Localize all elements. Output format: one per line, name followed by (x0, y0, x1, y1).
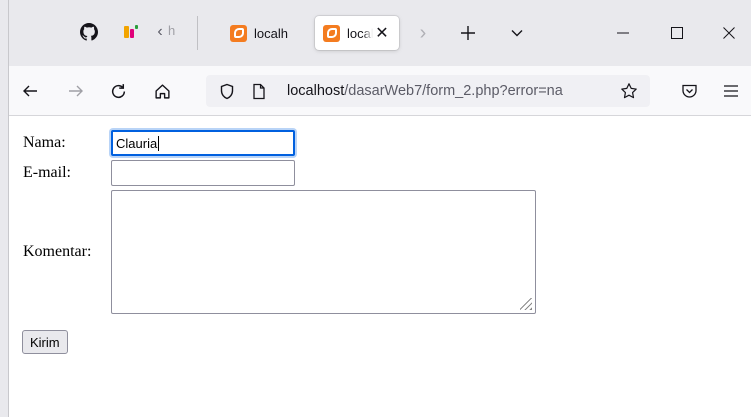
close-tab-icon[interactable]: ✕ (373, 24, 391, 42)
tab-scroll-right-icon[interactable]: › (413, 22, 433, 44)
email-input[interactable] (111, 160, 295, 186)
tab-title: localh (254, 25, 288, 41)
url-path: /dasarWeb7/form_2.php?error=na (344, 83, 563, 99)
reload-icon[interactable] (105, 78, 131, 104)
form-row-email: E-mail: (22, 159, 537, 187)
tracking-shield-icon[interactable] (218, 82, 236, 100)
navigation-toolbar: localhost/dasarWeb7/form_2.php?error=na (0, 66, 751, 116)
tab-divider (197, 16, 198, 50)
window-left-edge (0, 0, 9, 417)
new-tab-icon[interactable] (455, 22, 481, 44)
forward-arrow-icon[interactable] (63, 78, 89, 104)
xampp-favicon-icon (323, 24, 340, 42)
maximize-window-icon[interactable] (654, 20, 700, 46)
comment-form: Nama: Clauria E-mail: Komentar: (20, 127, 539, 317)
tab-list-chevron-down-icon[interactable] (505, 22, 529, 44)
komentar-cell (110, 189, 537, 315)
url-host: localhost (287, 83, 345, 99)
close-window-icon[interactable] (706, 20, 751, 46)
form-row-nama: Nama: Clauria (22, 129, 537, 157)
tab-title: localhost (347, 25, 373, 41)
form-row-komentar: Komentar: (22, 189, 537, 315)
nama-cell: Clauria (110, 129, 537, 157)
page-icon[interactable] (250, 82, 268, 100)
komentar-textarea[interactable] (111, 190, 536, 314)
nama-input[interactable]: Clauria (111, 130, 295, 156)
email-label: E-mail: (23, 164, 71, 181)
tab-localhost-1[interactable]: localh (222, 16, 308, 50)
pocket-icon[interactable] (676, 78, 702, 104)
hamburger-menu-icon[interactable] (718, 78, 744, 104)
home-icon[interactable] (149, 78, 175, 104)
text-caret (158, 135, 160, 151)
pinned-app-icon[interactable] (121, 22, 141, 42)
page-content: Nama: Clauria E-mail: Komentar: Kirim (10, 117, 751, 417)
tab-localhost-active[interactable]: localhost ✕ (315, 16, 399, 50)
komentar-label: Komentar: (23, 243, 92, 260)
star-icon[interactable] (620, 82, 638, 100)
kirim-button[interactable]: Kirim (22, 330, 68, 354)
resize-grip-icon[interactable] (520, 298, 532, 310)
xampp-favicon-icon (230, 24, 247, 42)
tab-scroll-left-icon[interactable]: ‹ (150, 22, 170, 42)
tab-strip: ‹ h localh localhost ✕ › (9, 0, 751, 66)
github-icon[interactable] (79, 22, 99, 42)
url-bar[interactable]: localhost/dasarWeb7/form_2.php?error=na (206, 75, 650, 107)
email-cell (110, 159, 537, 187)
url-text[interactable]: localhost/dasarWeb7/form_2.php?error=na (287, 83, 607, 101)
minimize-window-icon[interactable] (600, 20, 646, 46)
back-arrow-icon[interactable] (17, 78, 43, 104)
nama-label: Nama: (23, 134, 66, 151)
nama-input-value: Clauria (116, 135, 158, 151)
overflow-tab-fragment: h (168, 23, 176, 38)
